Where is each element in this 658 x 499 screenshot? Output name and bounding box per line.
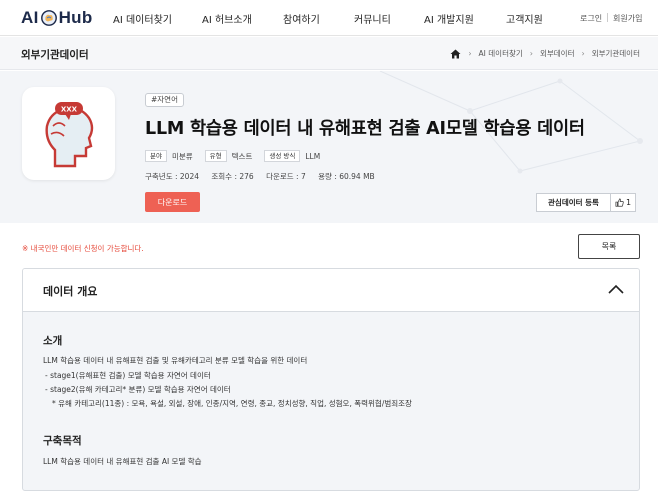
- stat-year: 구축년도 : 2024: [145, 172, 199, 181]
- add-favorite-button[interactable]: 관심데이터 등록: [536, 193, 611, 212]
- nav-item-about[interactable]: AI 허브소개: [202, 11, 252, 26]
- breadcrumb: › AI 데이터찾기 › 외부데이터 › 외부기관데이터: [450, 48, 640, 59]
- list-button[interactable]: 목록: [578, 234, 640, 259]
- sub-header: 외부기관데이터 › AI 데이터찾기 › 외부데이터 › 외부기관데이터: [0, 37, 658, 70]
- login-link[interactable]: 로그인: [580, 13, 602, 24]
- logo-text-ai: AI: [21, 8, 39, 27]
- chevron-right-icon: ›: [581, 49, 585, 58]
- dataset-meta: 분야 미분류 유형 텍스트 생성 방식 LLM: [145, 150, 332, 162]
- like-button[interactable]: 1: [611, 193, 636, 212]
- stat-views: 조회수 : 276: [211, 172, 254, 181]
- meta-label-type: 유형: [204, 150, 227, 162]
- intro-heading: 소개: [43, 335, 63, 347]
- site-logo[interactable]: AI Hub: [21, 7, 93, 29]
- meta-label-field: 분야: [145, 150, 167, 162]
- chevron-right-icon: ›: [529, 49, 533, 58]
- intro-line: LLM 학습용 데이터 내 유해표현 검출 및 유해카테고리 분류 모델 학습을…: [43, 356, 308, 365]
- dataset-hero: XXX #자연어 LLM 학습용 데이터 내 유해표현 검출 AI모델 학습용 …: [0, 71, 658, 223]
- nav-item-participate[interactable]: 참여하기: [283, 11, 320, 26]
- nav-item-data-search[interactable]: AI 데이터찾기: [113, 11, 172, 26]
- chevron-right-icon: ›: [468, 49, 472, 58]
- meta-value-type: 텍스트: [231, 151, 253, 161]
- thumbs-up-icon: [615, 198, 624, 207]
- intro-line: * 유해 카테고리(11종) : 모욕, 욕설, 외설, 장애, 인종/지역, …: [52, 399, 412, 408]
- chevron-up-icon[interactable]: [605, 279, 627, 301]
- meta-label-method: 생성 방식: [264, 150, 301, 162]
- purpose-heading: 구축목적: [43, 435, 82, 447]
- brain-icon: [40, 10, 57, 26]
- category-tag[interactable]: #자연어: [145, 93, 184, 107]
- overview-panel-header[interactable]: 데이터 개요: [23, 269, 639, 312]
- nav-item-customer-support[interactable]: 고객지원: [506, 11, 543, 26]
- home-icon[interactable]: [450, 49, 461, 59]
- breadcrumb-item[interactable]: 외부데이터: [540, 48, 575, 59]
- section-title: 외부기관데이터: [21, 49, 89, 61]
- head-profile-icon: XXX: [44, 101, 93, 167]
- nav-item-community[interactable]: 커뮤니티: [354, 11, 391, 26]
- overview-panel: 데이터 개요 소개 LLM 학습용 데이터 내 유해표현 검출 및 유해카테고리…: [22, 268, 640, 491]
- overview-title: 데이터 개요: [43, 285, 98, 298]
- dataset-title: LLM 학습용 데이터 내 유해표현 검출 AI모델 학습용 데이터: [145, 119, 585, 139]
- thumbnail-badge: XXX: [60, 105, 77, 113]
- nav-item-dev-support[interactable]: AI 개발지원: [424, 11, 474, 26]
- breadcrumb-item-current[interactable]: 외부기관데이터: [592, 48, 640, 59]
- notice-text: ※ 내국인만 데이터 신청이 가능합니다.: [22, 244, 144, 253]
- top-navigation: AI Hub AI 데이터찾기 AI 허브소개 참여하기 커뮤니티 AI 개발지…: [0, 0, 658, 36]
- intro-line: - stage2(유해 카테고리* 분류) 모델 학습용 자연어 데이터: [45, 385, 231, 394]
- intro-line: - stage1(유해표현 검출) 모델 학습용 자연어 데이터: [45, 371, 211, 380]
- breadcrumb-item[interactable]: AI 데이터찾기: [479, 48, 523, 59]
- logo-text-hub: Hub: [58, 8, 93, 27]
- dataset-thumbnail: XXX: [22, 87, 115, 180]
- download-button[interactable]: 다운로드: [145, 192, 200, 212]
- stat-downloads: 다운로드 : 7: [266, 172, 306, 181]
- util-divider: [607, 13, 608, 22]
- meta-value-method: LLM: [305, 151, 321, 161]
- purpose-line: LLM 학습용 데이터 내 유해표현 검출 AI 모델 학습: [43, 457, 202, 466]
- signup-link[interactable]: 회원가입: [613, 13, 642, 24]
- stat-size: 용량 : 60.94 MB: [318, 172, 375, 181]
- meta-value-field: 미분류: [171, 151, 193, 161]
- dataset-stats: 구축년도 : 2024 조회수 : 276 다운로드 : 7 용량 : 60.9…: [145, 171, 385, 182]
- like-count: 1: [625, 198, 632, 207]
